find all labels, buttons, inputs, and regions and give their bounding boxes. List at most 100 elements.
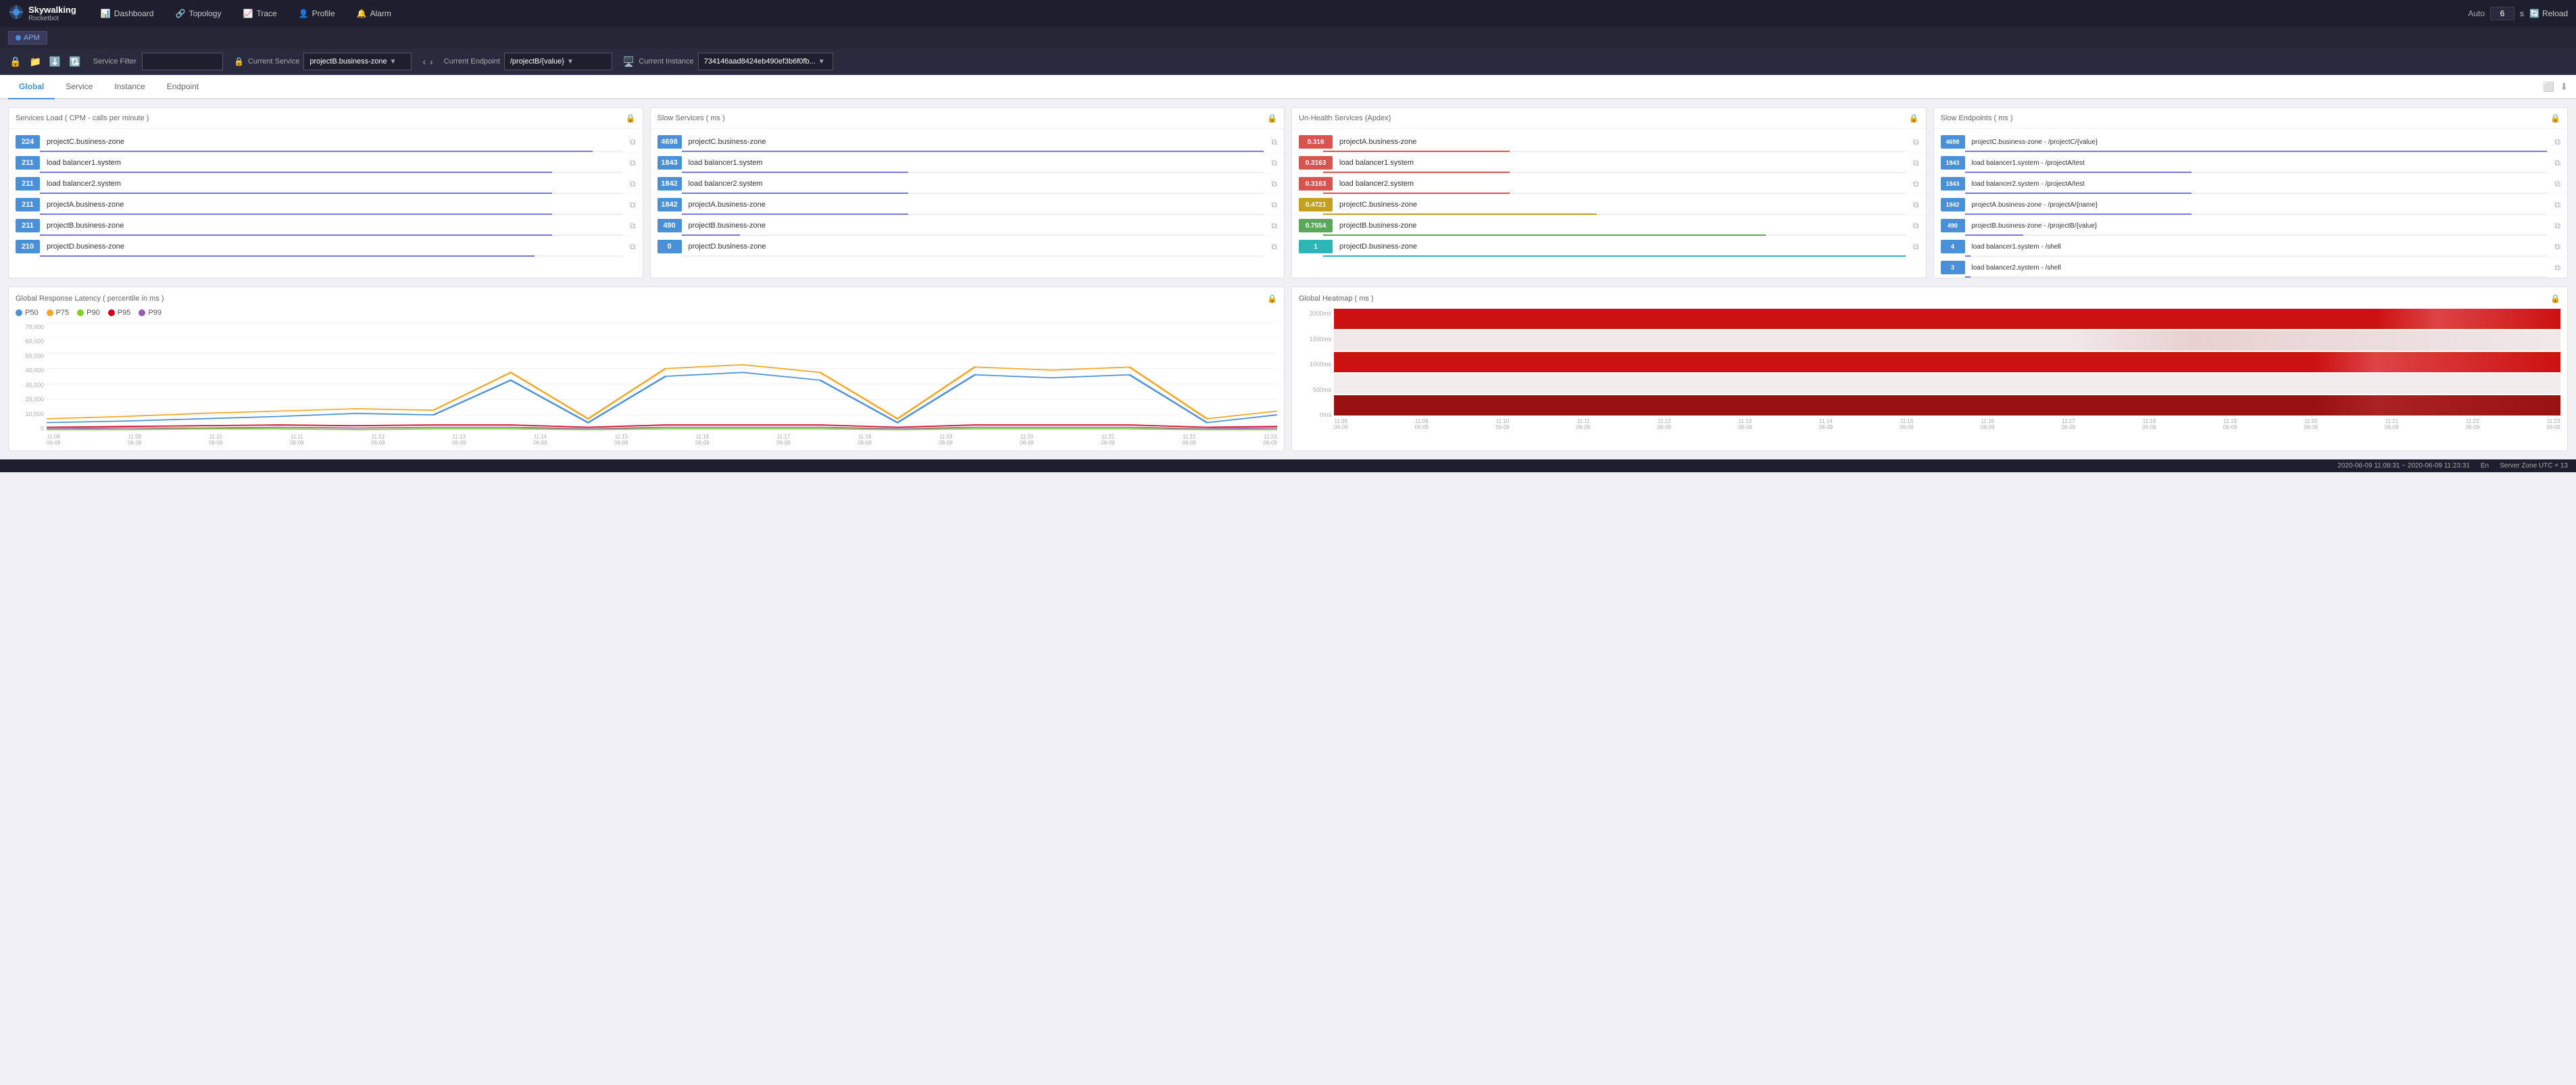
copy-icon[interactable]: ⧉ bbox=[630, 200, 636, 210]
copy-icon[interactable]: ⧉ bbox=[1271, 221, 1277, 231]
download-icon-button[interactable]: ⬇️ bbox=[48, 55, 62, 69]
copy-icon[interactable]: ⧉ bbox=[1913, 200, 1919, 210]
copy-icon[interactable]: ⧉ bbox=[1271, 242, 1277, 252]
x-label: 11:2306-09 bbox=[2546, 418, 2560, 430]
folder-icon-button[interactable]: 📁 bbox=[28, 55, 42, 69]
refresh-icon-button[interactable]: 🔃 bbox=[68, 55, 82, 69]
copy-icon[interactable]: ⧉ bbox=[1271, 137, 1277, 147]
nav-item-topology[interactable]: 🔗 Topology bbox=[164, 0, 232, 27]
latency-legend: P50 P75 P90 P95 P99 bbox=[16, 309, 1277, 317]
apm-badge[interactable]: APM bbox=[8, 31, 47, 45]
p95-label: P95 bbox=[118, 309, 131, 317]
current-service-select[interactable]: projectB.business-zone ▼ bbox=[303, 53, 412, 70]
tab-global[interactable]: Global bbox=[8, 75, 55, 99]
copy-icon[interactable]: ⧉ bbox=[1913, 158, 1919, 168]
x-label: 11:1206-09 bbox=[1658, 418, 1671, 430]
copy-icon[interactable]: ⧉ bbox=[630, 158, 636, 168]
list-item: 1842 projectA.business-zone - /projectA/… bbox=[1934, 195, 2568, 216]
heatmap-row-500 bbox=[1334, 374, 2560, 394]
slow-services-lock-icon[interactable]: 🔒 bbox=[1267, 113, 1277, 123]
progress-bar-container bbox=[1965, 213, 2548, 215]
footer-lang[interactable]: En bbox=[2481, 462, 2489, 470]
service-badge: 1843 bbox=[658, 156, 682, 170]
services-load-body: 224 projectC.business-zone ⧉ 211 load ba… bbox=[9, 129, 643, 259]
copy-icon[interactable]: ⧉ bbox=[2554, 221, 2560, 231]
auto-interval-input[interactable] bbox=[2490, 7, 2515, 20]
nav-item-alarm[interactable]: 🔔 Alarm bbox=[346, 0, 402, 27]
reload-icon: 🔄 bbox=[2529, 9, 2540, 18]
service-badge: 1842 bbox=[658, 177, 682, 191]
progress-bar-container bbox=[40, 213, 622, 215]
heatmap-y-labels: 2000ms 1500ms 1000ms 500ms 0ms bbox=[1299, 309, 1334, 430]
service-badge: 1 bbox=[1299, 240, 1333, 253]
service-name: load balancer2.system bbox=[689, 180, 1272, 188]
x-label: 11:0906-09 bbox=[1415, 418, 1429, 430]
progress-bar bbox=[1965, 213, 2192, 215]
copy-icon[interactable]: ⧉ bbox=[630, 221, 636, 231]
unhealth-services-lock-icon[interactable]: 🔒 bbox=[1909, 113, 1919, 123]
progress-bar bbox=[1323, 234, 1766, 236]
copy-icon[interactable]: ⧉ bbox=[2554, 263, 2560, 273]
copy-icon[interactable]: ⧉ bbox=[2554, 242, 2560, 252]
slow-endpoints-lock-icon[interactable]: 🔒 bbox=[2550, 113, 2560, 123]
copy-icon[interactable]: ⧉ bbox=[630, 137, 636, 147]
service-filter-input[interactable] bbox=[142, 53, 223, 70]
copy-icon[interactable]: ⧉ bbox=[2554, 179, 2560, 189]
lock-icon-button[interactable]: 🔒 bbox=[8, 55, 22, 69]
p50-label: P50 bbox=[25, 309, 39, 317]
slow-endpoints-header: Slow Endpoints ( ms ) 🔒 bbox=[1934, 108, 2568, 129]
service-badge: 0.7554 bbox=[1299, 219, 1333, 232]
tab-download-icon[interactable]: ⬇ bbox=[2560, 81, 2568, 93]
x-label: 11:1406-09 bbox=[1819, 418, 1833, 430]
x-label: 11:1906-09 bbox=[939, 434, 952, 446]
copy-icon[interactable]: ⧉ bbox=[630, 242, 636, 252]
x-label: 11:1806-09 bbox=[858, 434, 871, 446]
current-endpoint-select[interactable]: /projectB/{value} ▼ bbox=[504, 53, 612, 70]
heatmap-y-0: 0ms bbox=[1299, 411, 1331, 418]
copy-icon[interactable]: ⧉ bbox=[1913, 179, 1919, 189]
tab-expand-icon[interactable]: ⬜ bbox=[2543, 81, 2554, 93]
copy-icon[interactable]: ⧉ bbox=[630, 179, 636, 189]
slow-services-header: Slow Services ( ms ) 🔒 bbox=[651, 108, 1285, 129]
x-label: 11:1106-09 bbox=[290, 434, 303, 446]
service-name: projectD.business-zone bbox=[1339, 243, 1913, 251]
current-instance-select[interactable]: 734146aad8424eb490ef3b6f0fb... ▼ bbox=[698, 53, 833, 70]
services-load-lock-icon[interactable]: 🔒 bbox=[626, 113, 636, 123]
latency-lock-icon[interactable]: 🔒 bbox=[1267, 294, 1277, 303]
current-service-label: Current Service bbox=[248, 57, 299, 66]
copy-icon[interactable]: ⧉ bbox=[1271, 200, 1277, 210]
progress-bar-container bbox=[1965, 255, 2548, 257]
y-label-50000: 50,000 bbox=[16, 353, 44, 359]
copy-icon[interactable]: ⧉ bbox=[1271, 158, 1277, 168]
nav-item-profile[interactable]: 👤 Profile bbox=[288, 0, 346, 27]
copy-icon[interactable]: ⧉ bbox=[2554, 158, 2560, 168]
copy-icon[interactable]: ⧉ bbox=[1913, 221, 1919, 231]
nav-item-dashboard[interactable]: 📊 Dashboard bbox=[90, 0, 165, 27]
reload-button[interactable]: 🔄 Reload bbox=[2529, 9, 2568, 18]
copy-icon[interactable]: ⧉ bbox=[1913, 242, 1919, 252]
service-badge: 0 bbox=[658, 240, 682, 253]
main-content: Services Load ( CPM - calls per minute )… bbox=[0, 99, 2576, 459]
tab-instance[interactable]: Instance bbox=[103, 75, 155, 99]
heatmap-grid: 11:0806-09 11:0906-09 11:1006-09 11:1106… bbox=[1334, 309, 2560, 430]
progress-bar-container bbox=[682, 193, 1264, 194]
service-badge: 0.3163 bbox=[1299, 156, 1333, 170]
heatmap-lock-icon[interactable]: 🔒 bbox=[2550, 294, 2560, 303]
copy-icon[interactable]: ⧉ bbox=[1913, 137, 1919, 147]
nav-item-trace[interactable]: 📈 Trace bbox=[232, 0, 287, 27]
copy-icon[interactable]: ⧉ bbox=[2554, 200, 2560, 210]
progress-bar-container bbox=[40, 234, 622, 236]
progress-bar-container bbox=[682, 172, 1264, 173]
tab-endpoint[interactable]: Endpoint bbox=[156, 75, 209, 99]
copy-icon[interactable]: ⧉ bbox=[2554, 137, 2560, 147]
list-item: 1843 load balancer1.system ⧉ bbox=[651, 153, 1285, 174]
y-axis-labels: 70,000 60,000 50,000 40,000 30,000 20,00… bbox=[16, 322, 47, 444]
unhealth-services-panel: Un-Health Services (Apdex) 🔒 0.316 proje… bbox=[1291, 107, 1927, 278]
service-badge: 211 bbox=[16, 198, 40, 211]
tab-service[interactable]: Service bbox=[55, 75, 103, 99]
copy-icon[interactable]: ⧉ bbox=[1271, 179, 1277, 189]
nav-label-alarm: Alarm bbox=[370, 9, 391, 18]
panels-row: Services Load ( CPM - calls per minute )… bbox=[8, 107, 2568, 278]
p90-dot bbox=[77, 309, 84, 316]
progress-bar bbox=[1965, 193, 2192, 194]
